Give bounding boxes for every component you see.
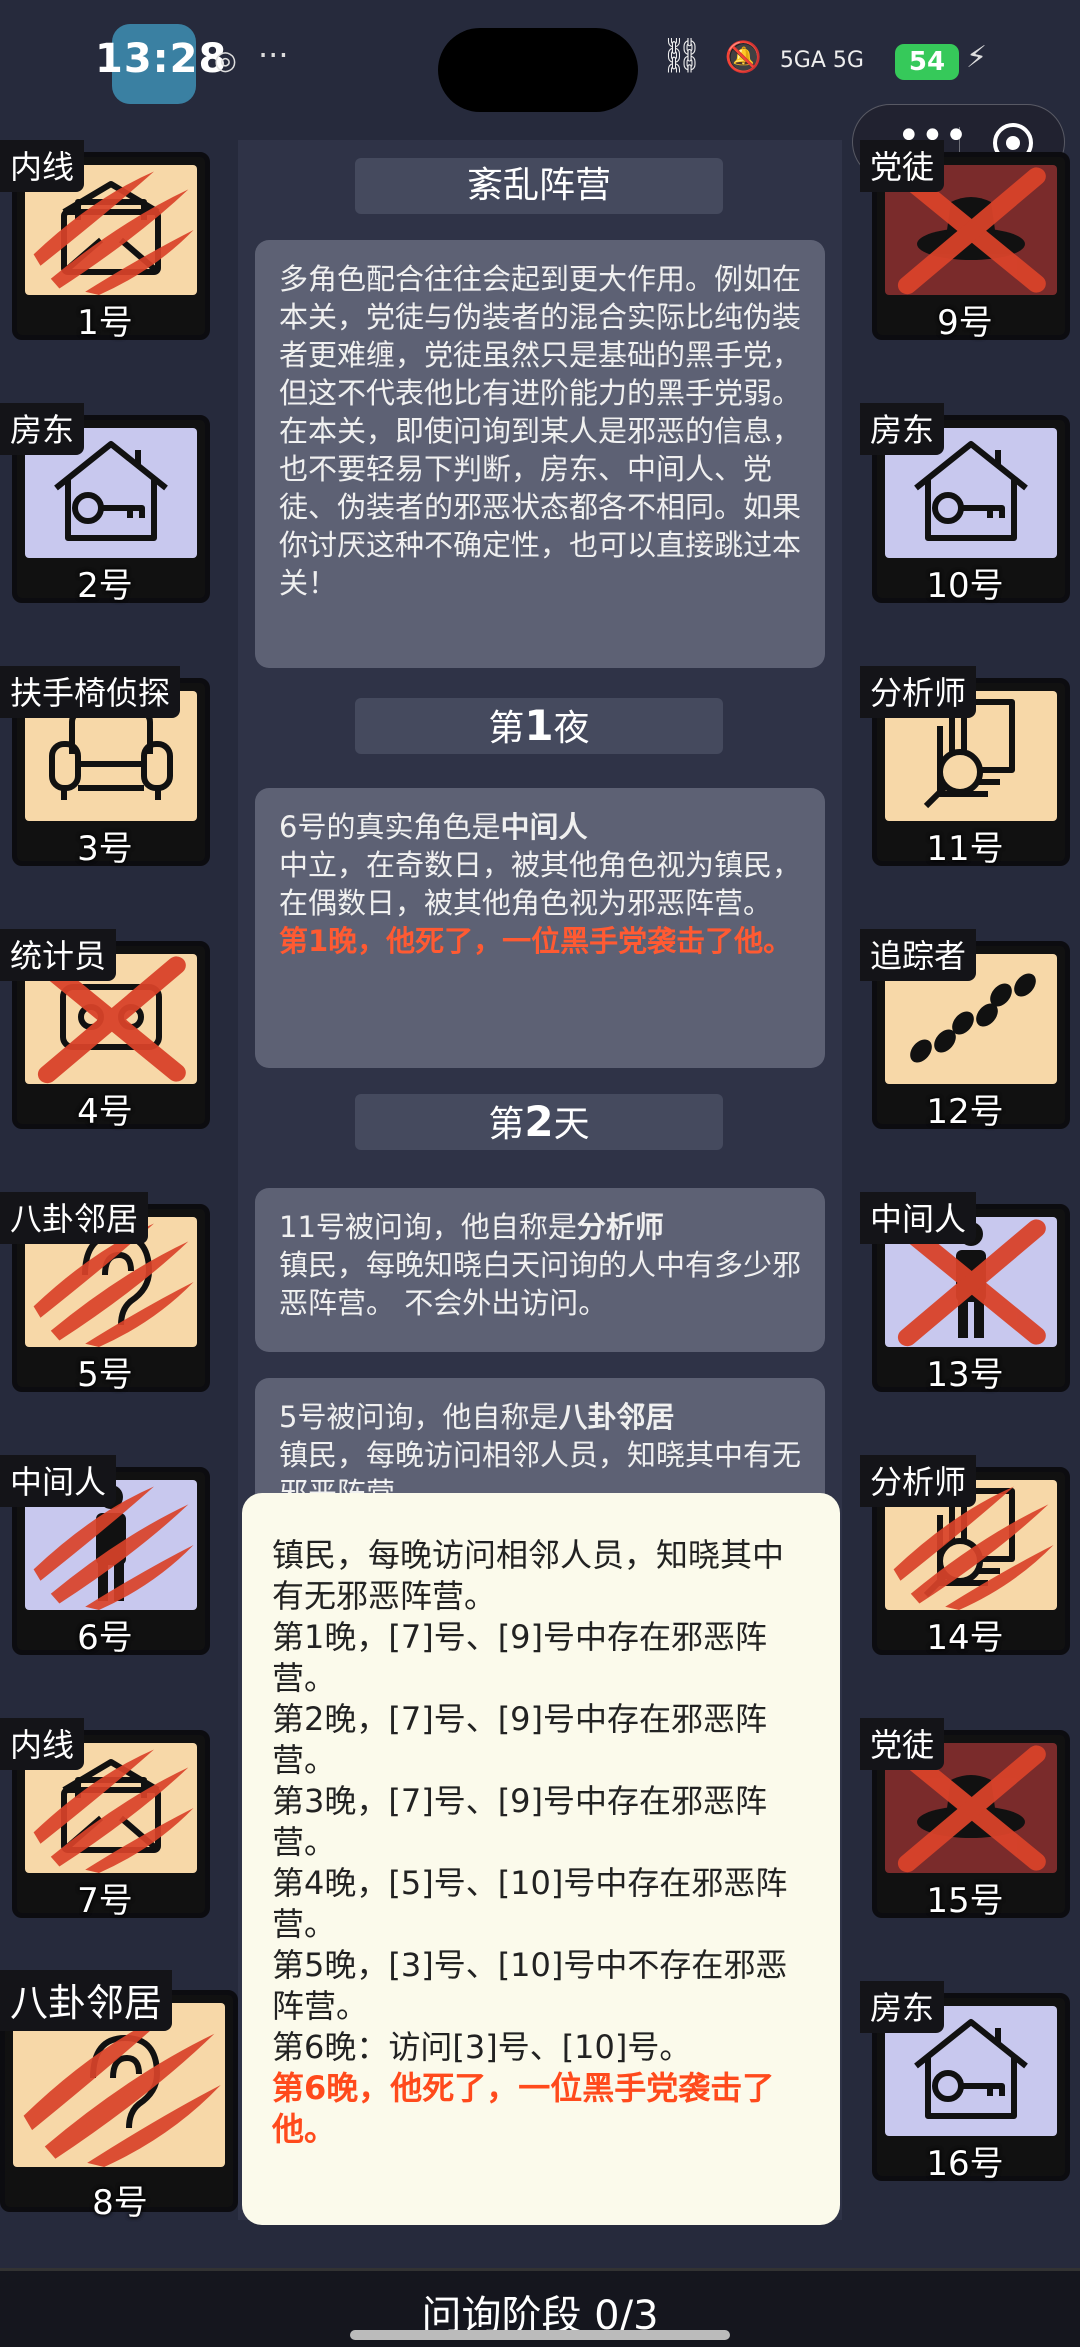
player-number: 12号 bbox=[926, 1092, 1004, 1132]
player-card[interactable]: 八卦邻居 8号 bbox=[0, 1970, 240, 2223]
player-card[interactable]: 统计员 4号 bbox=[0, 929, 210, 1132]
night1-message: 6号的真实角色是中间人 中立，在奇数日，被其他角色视为镇民，在偶数日，被其他角色… bbox=[255, 788, 825, 1068]
popup-line: 第2晚，[7]号、[9]号中存在邪恶阵营。 bbox=[272, 1700, 768, 1779]
player-number: 15号 bbox=[926, 1881, 1004, 1921]
player-card[interactable]: 分析师 11号 bbox=[860, 666, 1070, 869]
player-role-tag: 房东 bbox=[860, 1981, 945, 2033]
player-role-tag: 党徒 bbox=[860, 140, 945, 192]
footprints-icon bbox=[901, 967, 1041, 1071]
player-number: 9号 bbox=[937, 303, 993, 343]
battery-indicator: 54 bbox=[895, 44, 959, 80]
charging-icon: ⚡ bbox=[966, 40, 988, 75]
popup-line: 第4晚，[5]号、[10]号中存在邪恶阵营。 bbox=[272, 1864, 788, 1943]
player-card[interactable]: 分析师 14号 bbox=[860, 1455, 1070, 1658]
section-title-chaos: 紊乱阵营 bbox=[355, 158, 723, 214]
player-card[interactable]: 中间人 6号 bbox=[0, 1455, 210, 1658]
player-number: 1号 bbox=[77, 303, 133, 343]
player-role-tag: 八卦邻居 bbox=[0, 1970, 173, 2031]
player-role-tag: 房东 bbox=[0, 403, 85, 455]
network-label: 5GA 5G bbox=[779, 48, 864, 73]
popup-line: 第1晚，[7]号、[9]号中存在邪恶阵营。 bbox=[272, 1618, 768, 1697]
more-icon: ··· bbox=[258, 36, 289, 74]
player-role-tag: 房东 bbox=[860, 403, 945, 455]
player-card[interactable]: 扶手椅侦探 3号 bbox=[0, 666, 210, 869]
player-number: 3号 bbox=[77, 829, 133, 869]
player-number: 7号 bbox=[77, 1881, 133, 1921]
signal-icons: ⛓ 🔕 5GA 5G bbox=[660, 36, 864, 76]
player-card[interactable]: 追踪者 12号 bbox=[860, 929, 1070, 1132]
armchair-icon bbox=[46, 704, 176, 808]
camera-notch bbox=[438, 28, 638, 112]
role-detail-popup[interactable]: 镇民，每晚访问相邻人员，知晓其中有无邪恶阵营。 第1晚，[7]号、[9]号中存在… bbox=[242, 1493, 840, 2225]
player-number: 13号 bbox=[926, 1355, 1004, 1395]
player-number: 4号 bbox=[77, 1092, 133, 1132]
player-role-tag: 党徒 bbox=[860, 1718, 945, 1770]
player-role-tag: 分析师 bbox=[860, 1455, 977, 1507]
popup-line: 第6晚：访问[3]号、[10]号。 bbox=[272, 2028, 692, 2066]
player-number: 11号 bbox=[926, 829, 1004, 869]
player-role-tag: 扶手椅侦探 bbox=[0, 666, 181, 718]
player-card[interactable]: 党徒 9号 bbox=[860, 140, 1070, 343]
player-card[interactable]: 房东 2号 bbox=[0, 403, 210, 606]
player-card[interactable]: 房东 16号 bbox=[860, 1981, 1070, 2184]
player-role-tag: 统计员 bbox=[0, 929, 117, 981]
popup-line: 第3晚，[7]号、[9]号中存在邪恶阵营。 bbox=[272, 1782, 768, 1861]
player-role-tag: 八卦邻居 bbox=[0, 1192, 149, 1244]
home-indicator[interactable] bbox=[350, 2330, 730, 2340]
player-number: 16号 bbox=[926, 2144, 1004, 2184]
player-card[interactable]: 中间人 13号 bbox=[860, 1192, 1070, 1395]
intro-message: 多角色配合往往会起到更大作用。例如在本关，党徒与伪装者的混合实际比纯伪装者更难缠… bbox=[255, 240, 825, 668]
status-time: 13:28 bbox=[95, 36, 228, 82]
player-number: 14号 bbox=[926, 1618, 1004, 1658]
player-number: 6号 bbox=[77, 1618, 133, 1658]
player-role-tag: 中间人 bbox=[860, 1192, 977, 1244]
player-role-tag: 分析师 bbox=[860, 666, 977, 718]
player-role-tag: 追踪者 bbox=[860, 929, 977, 981]
player-number: 8号 bbox=[92, 2183, 148, 2223]
notification-icon: ◎ bbox=[214, 46, 237, 76]
popup-death-line: 第6晚，他死了，一位黑手党袭击了他。 bbox=[272, 2069, 775, 2148]
player-number: 2号 bbox=[77, 566, 133, 606]
player-card[interactable]: 八卦邻居 5号 bbox=[0, 1192, 210, 1395]
player-card[interactable]: 房东 10号 bbox=[860, 403, 1070, 606]
player-card[interactable]: 内线 1号 bbox=[0, 140, 210, 343]
popup-line: 第5晚，[3]号、[10]号中不存在邪恶阵营。 bbox=[272, 1946, 788, 2025]
player-role-tag: 中间人 bbox=[0, 1455, 117, 1507]
popup-line: 镇民，每晚访问相邻人员，知晓其中有无邪恶阵营。 bbox=[272, 1536, 785, 1615]
link-icon: ⛓ bbox=[660, 36, 704, 76]
player-role-tag: 内线 bbox=[0, 1718, 85, 1770]
player-number: 5号 bbox=[77, 1355, 133, 1395]
player-card[interactable]: 党徒 15号 bbox=[860, 1718, 1070, 1921]
player-role-tag: 内线 bbox=[0, 140, 85, 192]
section-title-day-2: 第2天 bbox=[355, 1094, 723, 1150]
section-title-night-1: 第1夜 bbox=[355, 698, 723, 754]
player-card[interactable]: 内线 7号 bbox=[0, 1718, 210, 1921]
player-number: 10号 bbox=[926, 566, 1004, 606]
day2-message-1: 11号被问询，他自称是分析师 镇民，每晚知晓白天问询的人中有多少邪恶阵营。 不会… bbox=[255, 1188, 825, 1352]
mute-icon: 🔕 bbox=[724, 40, 763, 75]
